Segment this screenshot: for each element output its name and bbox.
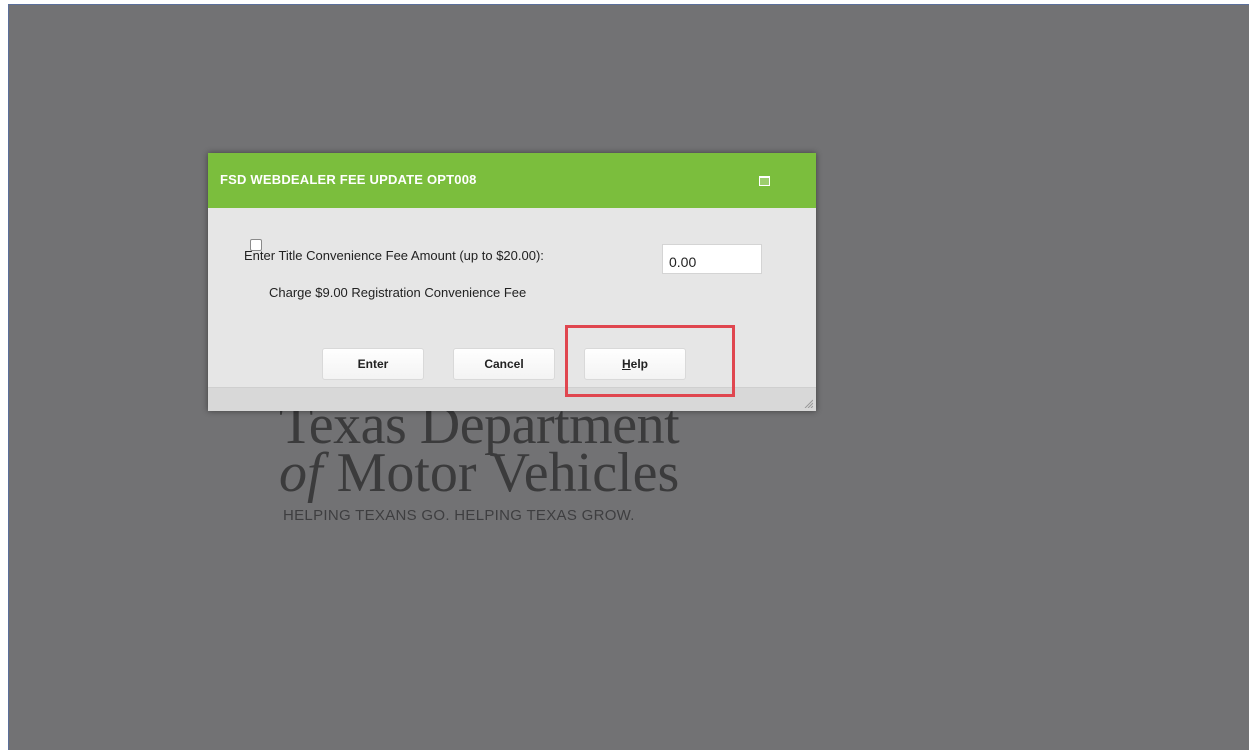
maximize-icon[interactable] — [759, 176, 770, 186]
title-fee-label: Enter Title Convenience Fee Amount (up t… — [244, 248, 544, 263]
registration-fee-label[interactable]: Charge $9.00 Registration Convenience Fe… — [269, 285, 526, 300]
cancel-button[interactable]: Cancel — [453, 348, 555, 380]
dialog-title: FSD WEBDEALER FEE UPDATE OPT008 — [220, 172, 477, 187]
logo-of: of — [279, 442, 323, 504]
enter-button[interactable]: Enter — [322, 348, 424, 380]
logo-motor-vehicles: Motor Vehicles — [322, 442, 680, 504]
registration-fee-checkbox[interactable] — [250, 239, 262, 251]
title-fee-input[interactable] — [662, 244, 762, 274]
tx-dmv-logo: Texas Department of Motor Vehicles HELPI… — [271, 397, 791, 524]
dialog-header[interactable]: FSD WEBDEALER FEE UPDATE OPT008 — [208, 153, 816, 208]
resize-grip-icon[interactable] — [803, 398, 813, 408]
logo-tagline: HELPING TEXANS GO. HELPING TEXAS GROW. — [283, 507, 635, 524]
help-button-highlight — [565, 325, 735, 397]
logo-line-motor-vehicles: of Motor Vehicles — [279, 445, 791, 501]
